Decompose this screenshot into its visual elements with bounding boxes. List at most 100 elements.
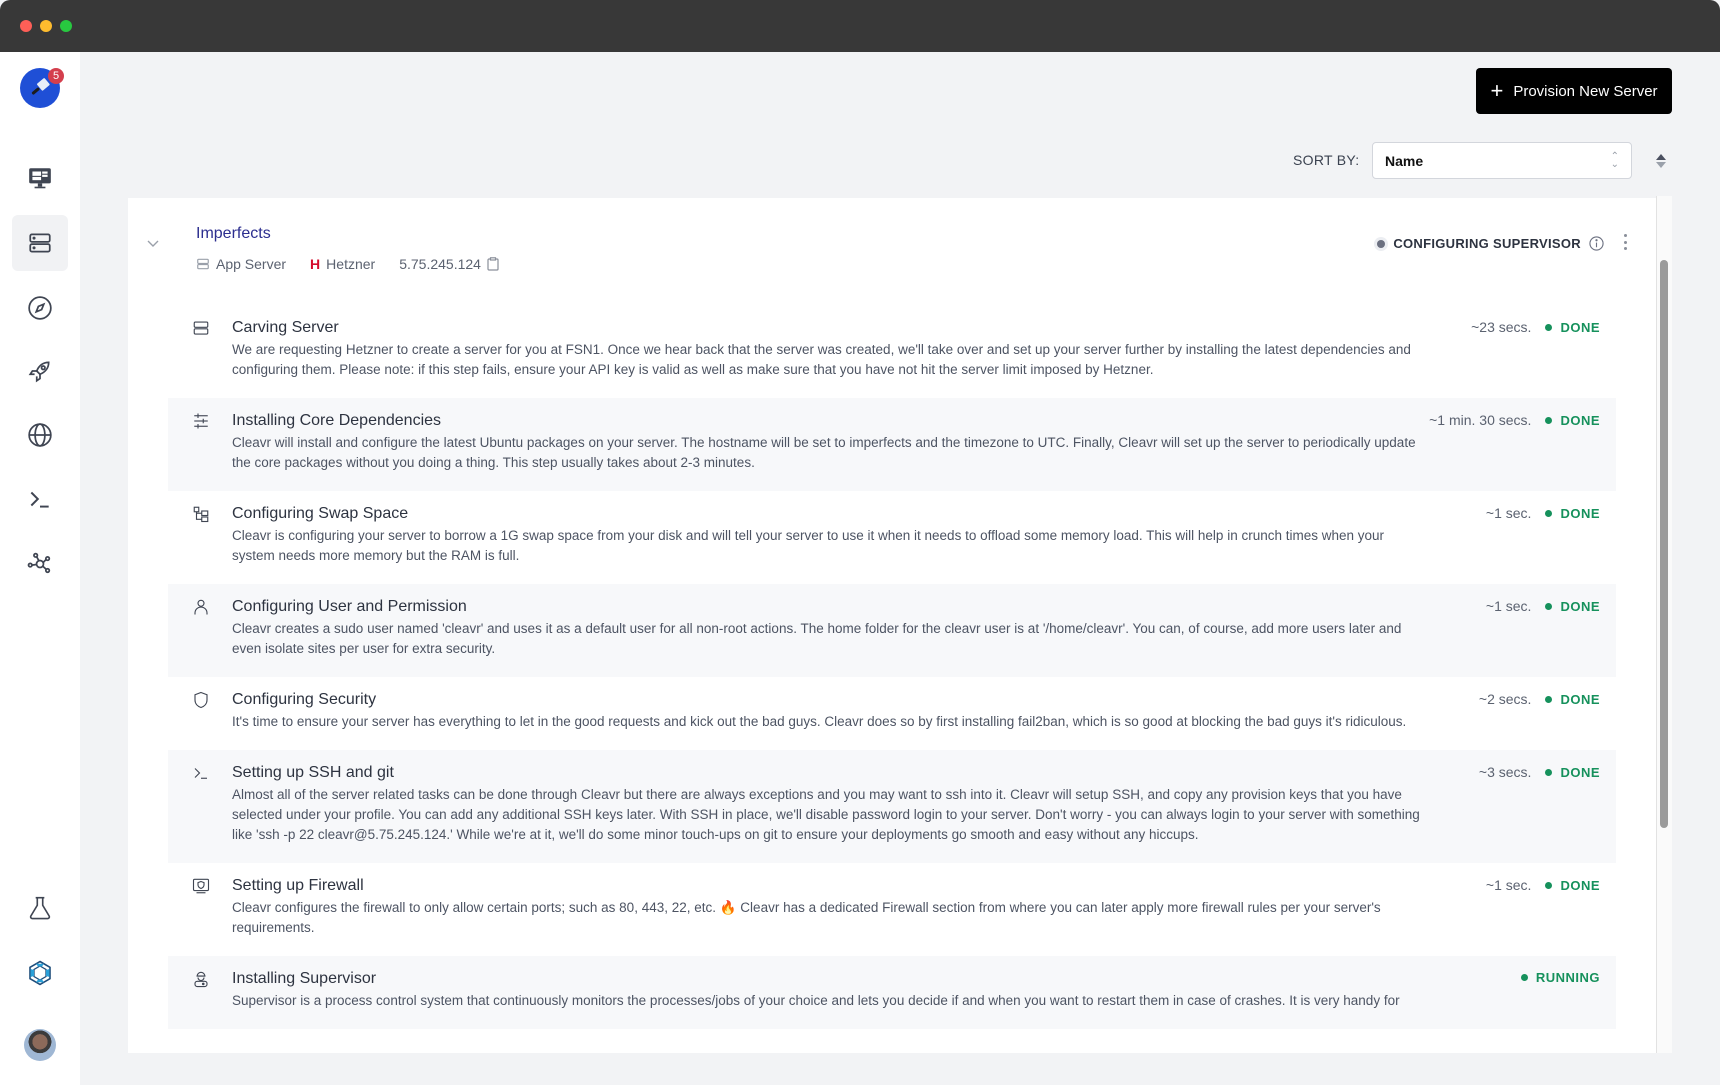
step-state-dot xyxy=(1545,509,1553,517)
step-state-dot xyxy=(1545,323,1553,331)
provision-step-8: Installing Supervisor Supervisor is a pr… xyxy=(168,956,1616,1029)
plus-icon: + xyxy=(1490,78,1504,103)
provision-step-1: Carving Server We are requesting Hetzner… xyxy=(168,305,1616,398)
step-title: Configuring Swap Space xyxy=(232,505,409,522)
step-state: DONE xyxy=(1545,413,1600,428)
sort-asc-icon xyxy=(1656,154,1666,160)
step-duration: ~1 sec. xyxy=(1485,598,1532,614)
close-window-button[interactable] xyxy=(20,20,32,32)
sort-by-label: SORT BY: xyxy=(1293,152,1360,168)
shield-icon xyxy=(192,691,210,709)
step-state-dot xyxy=(1545,768,1553,776)
step-state: RUNNING xyxy=(1520,970,1600,985)
provision-step-7: Setting up Firewall Cleavr configures th… xyxy=(168,863,1616,956)
step-state-label: DONE xyxy=(1560,598,1600,614)
scrollbar-thumb[interactable] xyxy=(1660,260,1668,828)
sidebar-item-labs[interactable] xyxy=(12,880,68,936)
step-duration: ~1 sec. xyxy=(1485,877,1532,893)
step-description: Cleavr will install and configure the la… xyxy=(232,435,1416,470)
sliders-icon xyxy=(192,412,210,430)
provision-step-2: Installing Core Dependencies Cleavr will… xyxy=(168,398,1616,491)
step-status: ~3 secs. DONE xyxy=(1479,764,1600,780)
sidebar-item-integration[interactable] xyxy=(12,945,68,1001)
sidebar-item-domains[interactable] xyxy=(12,407,68,463)
server-status-label: CONFIGURING SUPERVISOR xyxy=(1393,236,1581,251)
sort-desc-icon xyxy=(1656,162,1666,168)
step-title: Installing Core Dependencies xyxy=(232,412,442,429)
step-description: It's time to ensure your server has ever… xyxy=(232,714,1407,729)
step-description: Supervisor is a process control system t… xyxy=(232,993,1400,1008)
hexagon-logo-icon xyxy=(29,960,51,986)
firewall-icon xyxy=(192,877,210,895)
sidebar-item-network[interactable] xyxy=(12,536,68,592)
sidebar-item-servers[interactable] xyxy=(12,215,68,271)
server-type: App Server xyxy=(196,256,286,272)
user-avatar[interactable] xyxy=(24,1029,56,1061)
step-state: DONE xyxy=(1545,506,1600,521)
server-provider: H Hetzner xyxy=(310,256,375,272)
step-state-label: DONE xyxy=(1560,505,1600,521)
step-duration: ~3 secs. xyxy=(1478,764,1532,780)
server-icon xyxy=(29,233,51,253)
sidebar-item-explore[interactable] xyxy=(12,280,68,336)
step-state: DONE xyxy=(1545,320,1600,335)
status-dot xyxy=(1377,239,1386,248)
step-state-dot xyxy=(1545,881,1553,889)
step-duration: ~1 min. 30 secs. xyxy=(1429,412,1532,428)
step-state-dot xyxy=(1545,602,1553,610)
server-meta: App Server H Hetzner 5.75.245.124 xyxy=(196,256,523,272)
step-state: DONE xyxy=(1545,692,1600,707)
step-description: We are requesting Hetzner to create a se… xyxy=(232,342,1411,377)
step-title: Carving Server xyxy=(232,319,339,336)
network-icon xyxy=(27,552,51,574)
step-state-label: DONE xyxy=(1560,764,1600,780)
sort-by-select[interactable]: Name ⌃ ⌄ xyxy=(1372,142,1632,179)
minimize-window-button[interactable] xyxy=(40,20,52,32)
swap-icon xyxy=(192,505,210,523)
step-status: ~1 sec. DONE xyxy=(1486,598,1600,614)
sidebar-item-terminal[interactable] xyxy=(12,471,68,527)
clipboard-icon[interactable] xyxy=(487,257,499,271)
step-status: ~2 secs. DONE xyxy=(1479,691,1600,707)
step-state: DONE xyxy=(1545,878,1600,893)
step-status: ~1 min. 30 secs. DONE xyxy=(1429,412,1600,428)
step-title: Configuring Security xyxy=(232,691,377,708)
collapse-chevron-icon[interactable] xyxy=(146,236,160,250)
server-ip-label: 5.75.245.124 xyxy=(399,256,481,272)
select-updown-icon: ⌃ ⌄ xyxy=(1610,150,1619,170)
server-name-link[interactable]: Imperfects xyxy=(196,225,271,243)
step-status: RUNNING xyxy=(1520,970,1600,985)
user-icon xyxy=(192,598,210,616)
info-icon[interactable] xyxy=(1589,236,1604,251)
server-type-label: App Server xyxy=(216,256,287,272)
server-card: Imperfects App Server H Hetzner 5.75.245… xyxy=(128,198,1656,1053)
step-status: ~1 sec. DONE xyxy=(1486,505,1600,521)
server-icon xyxy=(192,319,210,337)
notification-badge[interactable]: 5 xyxy=(48,68,64,84)
provision-new-server-button[interactable]: + Provision New Server xyxy=(1476,68,1672,114)
step-title: Configuring User and Permission xyxy=(232,598,467,615)
sidebar-item-deployments[interactable] xyxy=(12,343,68,399)
step-description: Cleavr configures the firewall to only a… xyxy=(232,900,1381,935)
step-state-label: DONE xyxy=(1560,877,1600,893)
step-state-dot xyxy=(1545,695,1553,703)
provision-step-5: Configuring Security It's time to ensure… xyxy=(168,677,1616,750)
step-description: Almost all of the server related tasks c… xyxy=(232,787,1420,842)
maximize-window-button[interactable] xyxy=(60,20,72,32)
server-provider-label: Hetzner xyxy=(326,256,376,272)
more-options-icon[interactable] xyxy=(1620,232,1630,252)
monitor-icon xyxy=(29,168,51,189)
provision-step-4: Configuring User and Permission Cleavr c… xyxy=(168,584,1616,677)
globe-icon xyxy=(28,423,52,447)
step-duration: ~23 secs. xyxy=(1471,319,1532,335)
terminal-icon xyxy=(30,491,49,508)
compass-icon xyxy=(28,296,52,320)
sort-by-value: Name xyxy=(1385,152,1424,169)
sort-direction-toggle[interactable] xyxy=(1654,151,1668,171)
step-description: Cleavr creates a sudo user named 'cleavr… xyxy=(232,621,1402,656)
step-state-dot xyxy=(1545,416,1553,424)
server-status: CONFIGURING SUPERVISOR xyxy=(1377,236,1604,251)
provision-steps-list: Carving Server We are requesting Hetzner… xyxy=(168,305,1616,1029)
step-title: Installing Supervisor xyxy=(232,970,377,987)
sidebar-item-dashboard[interactable] xyxy=(12,150,68,206)
